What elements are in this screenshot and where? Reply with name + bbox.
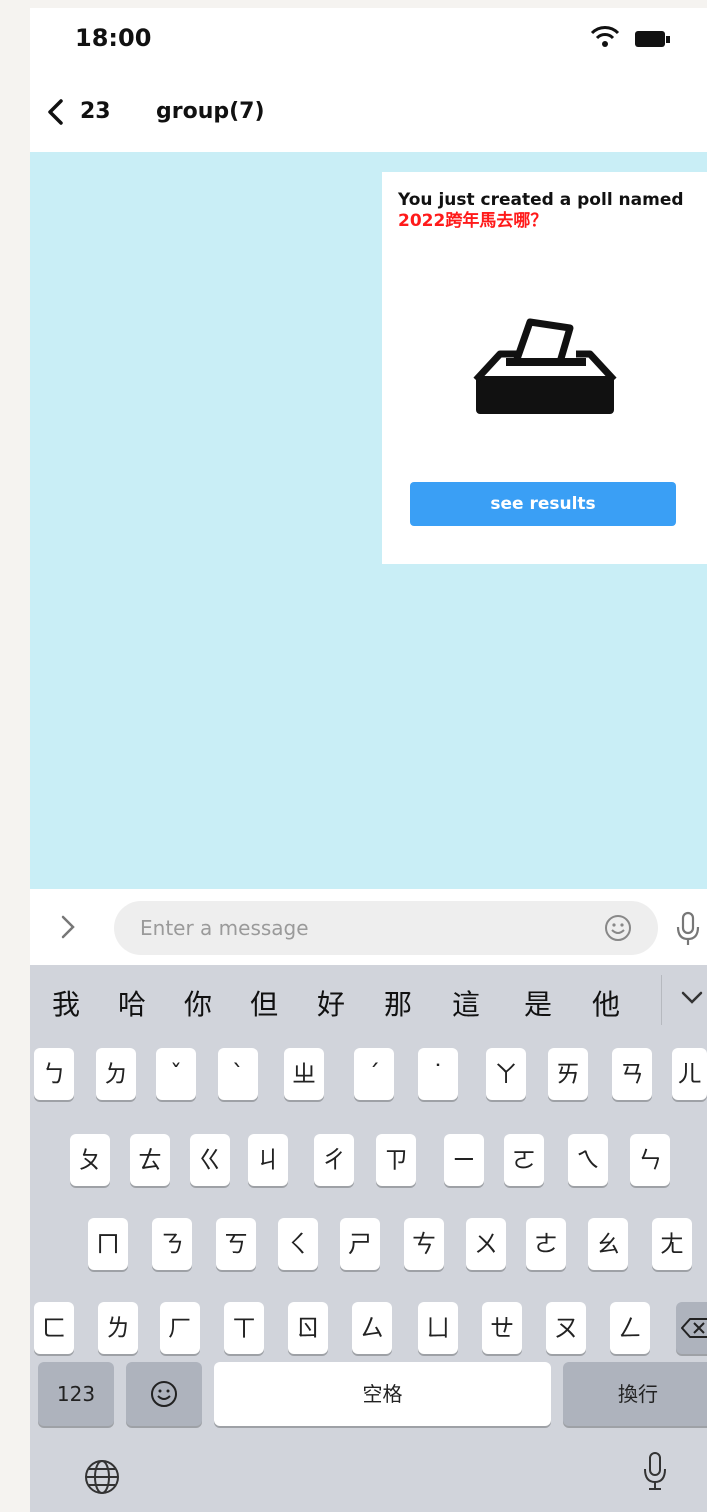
key-zhuyin[interactable]: ㄟ: [568, 1134, 608, 1186]
chat-title: group(7): [156, 99, 265, 124]
key-zhuyin[interactable]: ㄊ: [130, 1134, 170, 1186]
emoji-keyboard-key[interactable]: [126, 1362, 202, 1426]
space-key[interactable]: 空格: [214, 1362, 551, 1426]
key-zhuyin[interactable]: ㄤ: [652, 1218, 692, 1270]
candidate-word[interactable]: 是: [518, 983, 558, 1023]
status-bar: 18:00: [30, 8, 707, 68]
key-zhuyin[interactable]: ㄑ: [278, 1218, 318, 1270]
key-zhuyin[interactable]: ㄎ: [216, 1218, 256, 1270]
key-zhuyin[interactable]: ㄥ: [610, 1302, 650, 1354]
keyboard-microphone-icon[interactable]: [642, 1451, 668, 1491]
key-zhuyin[interactable]: ㄓ: [284, 1048, 324, 1100]
candidate-word[interactable]: 但: [244, 983, 284, 1023]
emoji-icon[interactable]: [604, 914, 632, 942]
key-zhuyin[interactable]: ㄒ: [224, 1302, 264, 1354]
key-zhuyin[interactable]: ˇ: [156, 1048, 196, 1100]
message-input[interactable]: Enter a message: [114, 901, 658, 955]
key-zhuyin[interactable]: ㄅ: [34, 1048, 74, 1100]
candidate-word[interactable]: 你: [178, 983, 218, 1023]
key-zhuyin[interactable]: ㄐ: [248, 1134, 288, 1186]
globe-icon[interactable]: [82, 1457, 122, 1497]
poll-message-text: You just created a poll named 2022跨年馬去哪？: [398, 190, 698, 232]
back-unread-count[interactable]: 23: [80, 99, 111, 124]
candidate-word[interactable]: 他: [586, 983, 626, 1023]
candidate-word[interactable]: 那: [378, 983, 418, 1023]
chevron-right-icon[interactable]: [60, 913, 76, 941]
backspace-key[interactable]: [676, 1302, 707, 1354]
key-zhuyin[interactable]: ㄕ: [340, 1218, 380, 1270]
key-zhuyin[interactable]: ㄈ: [34, 1302, 74, 1354]
key-zhuyin[interactable]: ㄜ: [526, 1218, 566, 1270]
nav-bar: 23 group(7): [30, 68, 707, 152]
candidate-word[interactable]: 我: [46, 983, 86, 1023]
key-zhuyin[interactable]: ㄉ: [96, 1048, 136, 1100]
poll-message-bubble: You just created a poll named 2022跨年馬去哪？…: [382, 172, 707, 564]
key-zhuyin[interactable]: ㄆ: [70, 1134, 110, 1186]
key-zhuyin[interactable]: ㄚ: [486, 1048, 526, 1100]
key-zhuyin[interactable]: ˋ: [218, 1048, 258, 1100]
key-zhuyin[interactable]: ㄨ: [466, 1218, 506, 1270]
backspace-icon: [681, 1318, 707, 1338]
key-zhuyin[interactable]: ㄢ: [612, 1048, 652, 1100]
key-zhuyin[interactable]: ㄇ: [88, 1218, 128, 1270]
chevron-down-icon[interactable]: [680, 989, 704, 1007]
microphone-icon[interactable]: [675, 911, 701, 947]
message-input-placeholder: Enter a message: [140, 916, 309, 940]
candidate-word[interactable]: 這: [446, 983, 486, 1023]
key-zhuyin[interactable]: ㄖ: [288, 1302, 328, 1354]
candidate-divider: [661, 975, 662, 1025]
key-zhuyin[interactable]: ㄩ: [418, 1302, 458, 1354]
zhuyin-keyboard: 我 哈 你 但 好 那 這 是 他 ㄅ ㄉ ˇ ˋ ㄓ ˊ ˙ ㄚ ㄞ ㄢ ㄦ …: [30, 965, 707, 1512]
key-zhuyin[interactable]: ˙: [418, 1048, 458, 1100]
poll-name: 2022跨年馬去哪？: [398, 211, 548, 231]
key-zhuyin[interactable]: ㄞ: [548, 1048, 588, 1100]
key-zhuyin[interactable]: ㄗ: [376, 1134, 416, 1186]
return-key[interactable]: 換行: [563, 1362, 707, 1426]
key-zhuyin[interactable]: ㄙ: [352, 1302, 392, 1354]
poll-message-prefix: You just created a poll named: [398, 190, 684, 210]
key-zhuyin[interactable]: ˊ: [354, 1048, 394, 1100]
battery-tip: [666, 36, 670, 43]
key-zhuyin[interactable]: ㄏ: [160, 1302, 200, 1354]
back-arrow-icon[interactable]: [46, 98, 64, 126]
see-results-button[interactable]: see results: [410, 482, 676, 526]
candidate-word[interactable]: 好: [311, 983, 351, 1023]
key-zhuyin[interactable]: ㄍ: [190, 1134, 230, 1186]
status-time: 18:00: [75, 24, 152, 52]
key-zhuyin[interactable]: ㄡ: [546, 1302, 586, 1354]
candidate-word[interactable]: 哈: [112, 983, 152, 1023]
wifi-icon: [590, 26, 620, 47]
key-zhuyin[interactable]: ㄣ: [630, 1134, 670, 1186]
numbers-key[interactable]: 123: [38, 1362, 114, 1426]
candidate-bar: 我 哈 你 但 好 那 這 是 他: [30, 965, 707, 1037]
key-zhuyin[interactable]: ㄛ: [504, 1134, 544, 1186]
phone-screen: 18:00 23 group(7) You just created a pol…: [30, 8, 707, 1512]
ballot-box-icon: [473, 318, 617, 414]
key-zhuyin[interactable]: ㄧ: [444, 1134, 484, 1186]
key-zhuyin[interactable]: ㄝ: [482, 1302, 522, 1354]
emoji-icon: [151, 1381, 177, 1407]
key-zhuyin[interactable]: ㄔ: [314, 1134, 354, 1186]
chat-area[interactable]: You just created a poll named 2022跨年馬去哪？…: [30, 152, 707, 889]
key-zhuyin[interactable]: ㄌ: [98, 1302, 138, 1354]
battery-icon: [635, 31, 665, 47]
key-zhuyin[interactable]: ㄦ: [672, 1048, 707, 1100]
key-zhuyin[interactable]: ㄠ: [588, 1218, 628, 1270]
message-input-bar: Enter a message: [30, 889, 707, 965]
key-zhuyin[interactable]: ㄋ: [152, 1218, 192, 1270]
key-zhuyin[interactable]: ㄘ: [404, 1218, 444, 1270]
